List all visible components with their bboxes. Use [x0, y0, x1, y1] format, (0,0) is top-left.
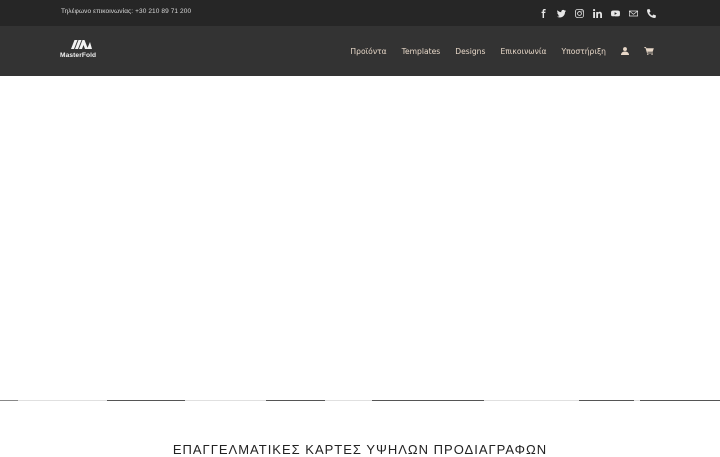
- masterfold-logo[interactable]: MasterFold: [60, 40, 104, 62]
- user-account-icon[interactable]: [620, 46, 630, 56]
- twitter-icon[interactable]: [552, 7, 570, 19]
- logo-mark-icon: [71, 40, 92, 49]
- nav-item-designs[interactable]: Designs: [455, 47, 485, 56]
- cart-icon[interactable]: [644, 46, 654, 56]
- main-header: MasterFold Προϊόντα Templates Designs Επ…: [0, 26, 720, 76]
- divider-segment: [266, 400, 325, 401]
- contact-phone-text: Τηλέφωνο επικοινωνίας: +30 210 89 71 200: [61, 8, 192, 15]
- hero-divider: [0, 400, 720, 401]
- instagram-icon[interactable]: [570, 7, 588, 19]
- divider-segment: [0, 400, 18, 401]
- youtube-icon[interactable]: [606, 7, 624, 19]
- divider-segment: [107, 400, 185, 401]
- divider-segment: [579, 400, 634, 401]
- logo-text: MasterFold: [60, 52, 97, 59]
- nav-item-support[interactable]: Υποστήριξη: [562, 47, 607, 56]
- divider-segment: [372, 400, 484, 401]
- phone-icon[interactable]: [642, 7, 660, 19]
- nav-item-products[interactable]: Προϊόντα: [350, 47, 386, 56]
- main-nav: Προϊόντα Templates Designs Επικοινωνία Υ…: [350, 26, 654, 76]
- social-links: [534, 7, 660, 19]
- nav-item-templates[interactable]: Templates: [402, 47, 441, 56]
- nav-item-contact[interactable]: Επικοινωνία: [500, 47, 546, 56]
- linkedin-icon[interactable]: [588, 7, 606, 19]
- hero-area: [0, 76, 720, 400]
- facebook-icon[interactable]: [534, 7, 552, 19]
- top-bar: Τηλέφωνο επικοινωνίας: +30 210 89 71 200: [0, 0, 720, 26]
- mail-icon[interactable]: [624, 7, 642, 19]
- divider-segment: [640, 400, 720, 401]
